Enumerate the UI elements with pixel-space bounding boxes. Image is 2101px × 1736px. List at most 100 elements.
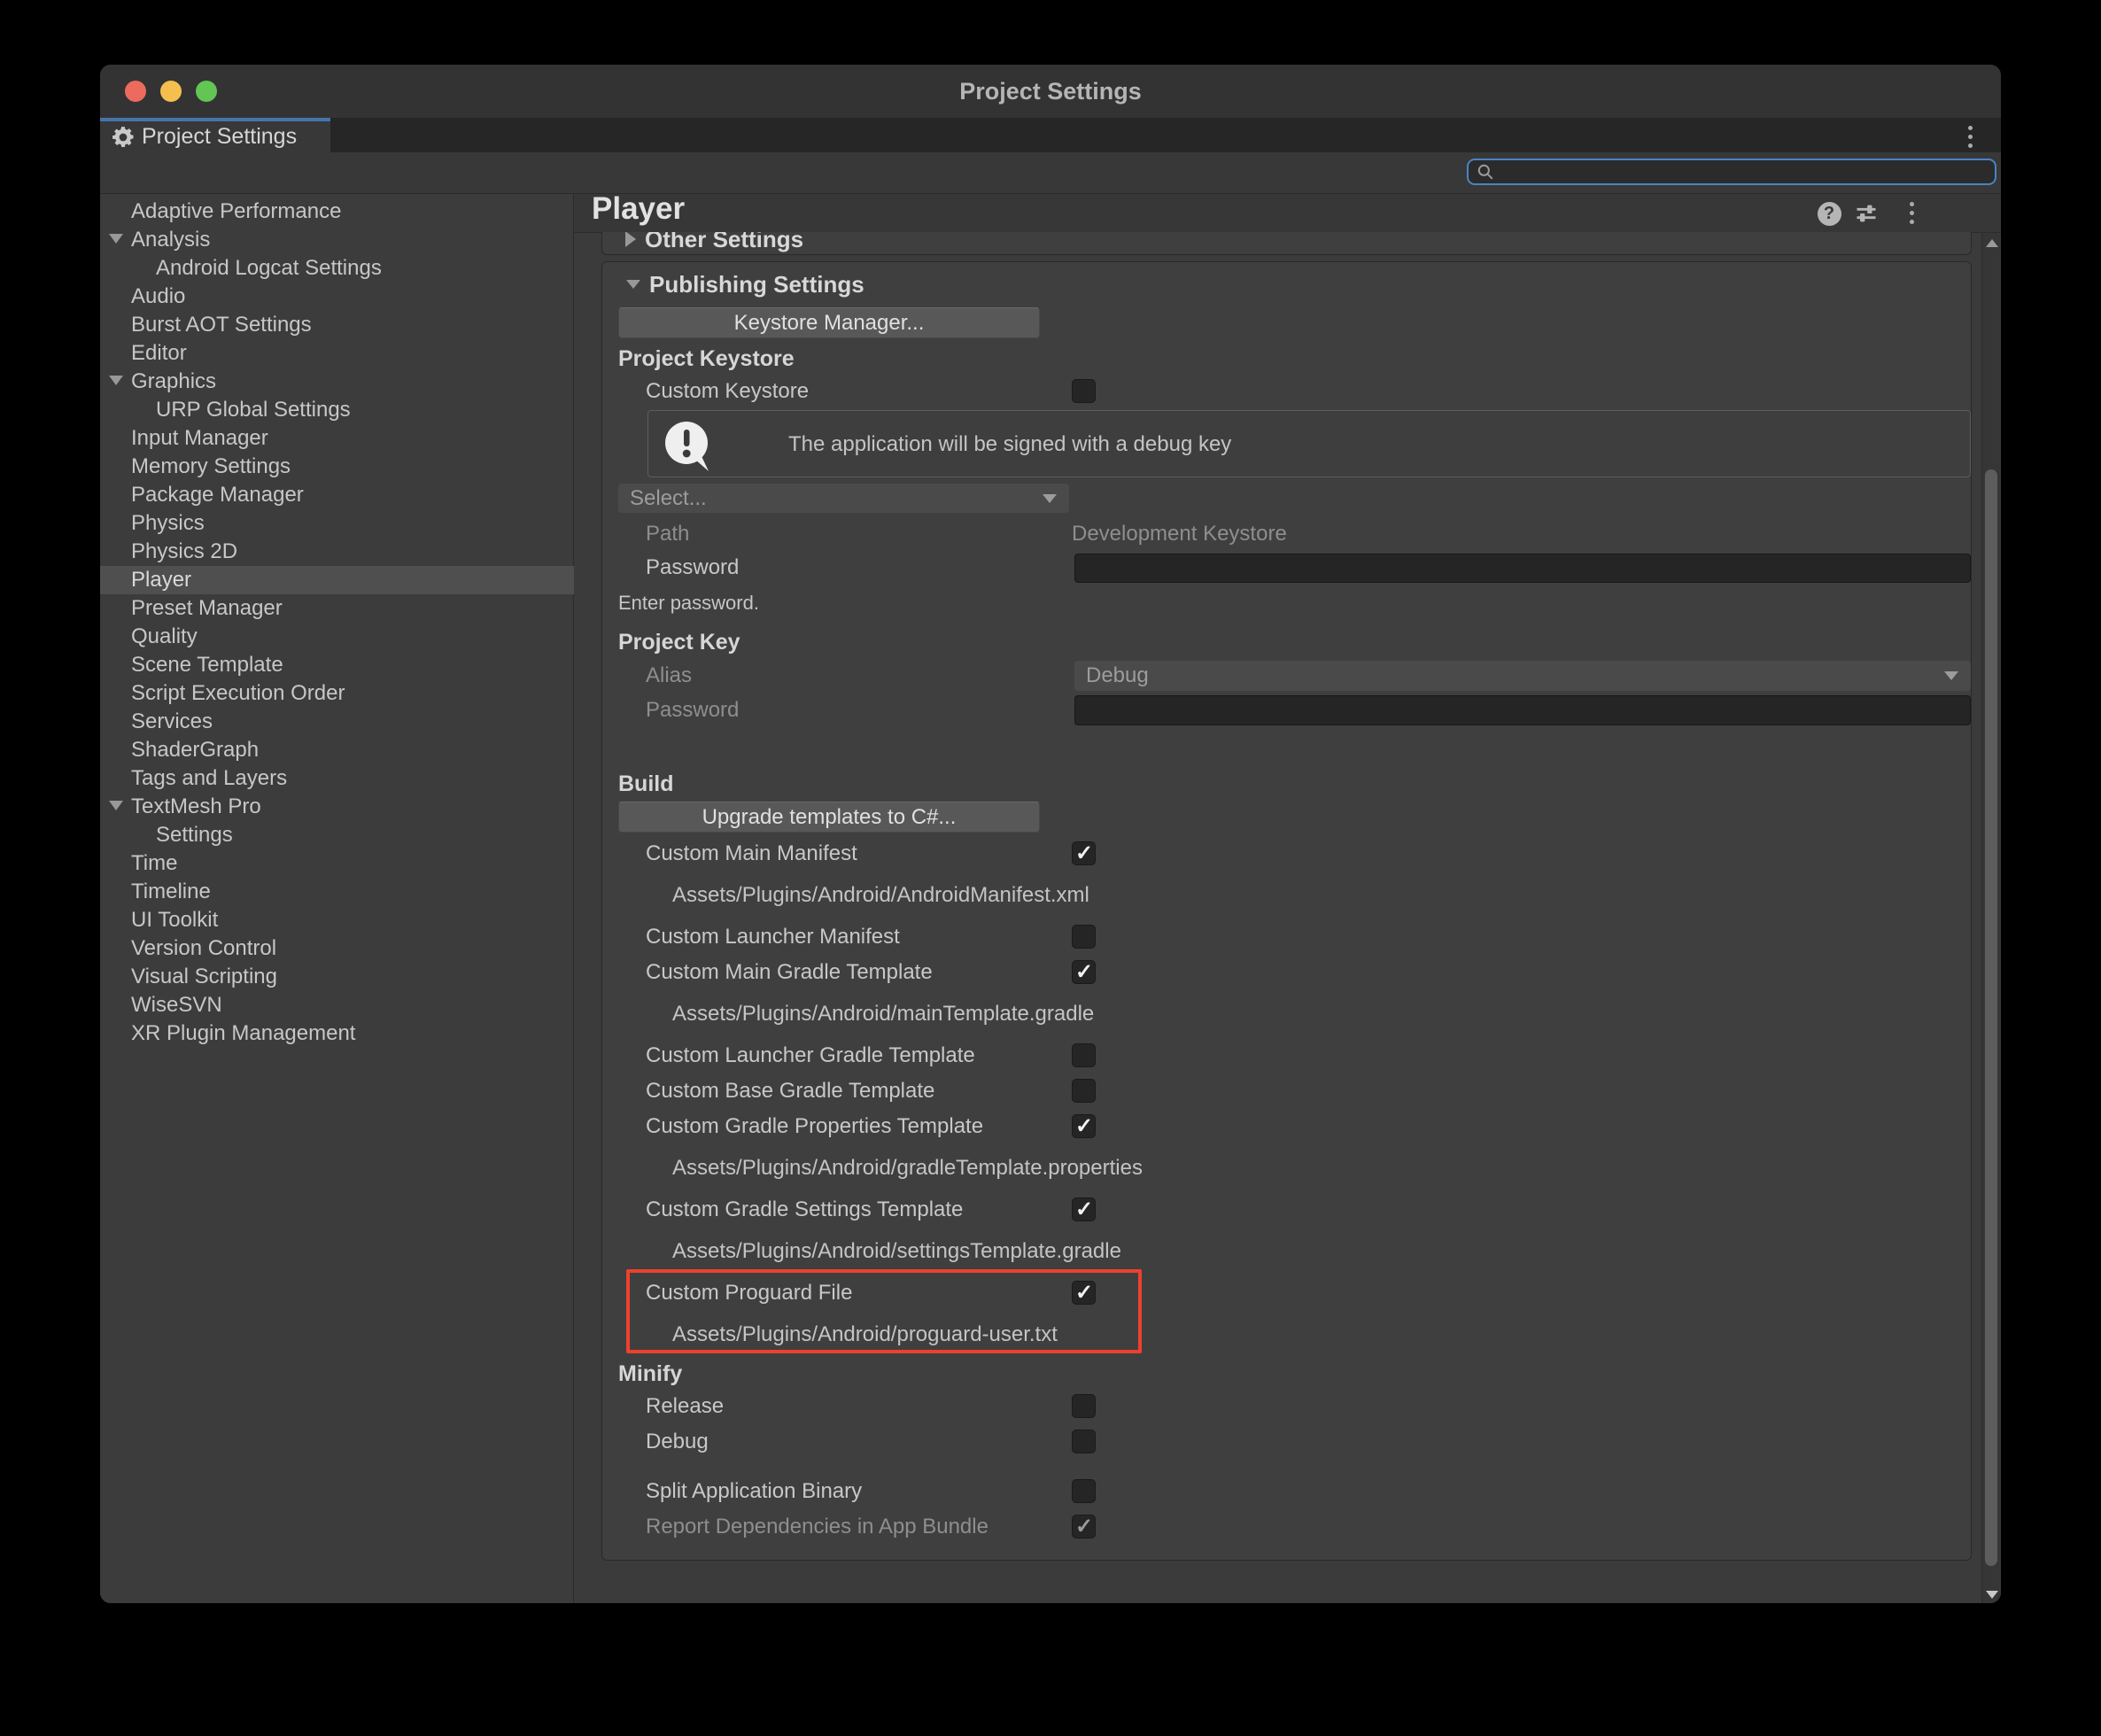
sidebar-item-physics[interactable]: Physics — [100, 509, 574, 538]
sidebar-item-android-logcat-settings[interactable]: Android Logcat Settings — [100, 254, 574, 283]
project-key-heading: Project Key — [602, 630, 740, 655]
other-settings-section: Other Settings — [601, 232, 1972, 255]
sidebar-item-scene-template[interactable]: Scene Template — [100, 651, 574, 679]
search-field[interactable] — [1467, 159, 1996, 185]
custom-keystore-label: Custom Keystore — [602, 379, 809, 404]
sidebar-item-script-execution-order[interactable]: Script Execution Order — [100, 679, 574, 708]
build-row-custom-launcher-gradle-template: Custom Launcher Gradle Template — [602, 1041, 1973, 1071]
sidebar-item-package-manager[interactable]: Package Manager — [100, 481, 574, 509]
custom-base-gradle-template-checkbox[interactable] — [1072, 1079, 1096, 1103]
sidebar-item-preset-manager[interactable]: Preset Manager — [100, 594, 574, 623]
sidebar-item-time[interactable]: Time — [100, 849, 574, 878]
build-row-custom-gradle-settings-template: Custom Gradle Settings Template — [602, 1195, 1973, 1225]
search-input[interactable] — [1501, 159, 1988, 184]
player-header: Player ? — [574, 194, 2001, 233]
foldout-other-settings-icon[interactable] — [625, 232, 636, 247]
upgrade-templates-button[interactable]: Upgrade templates to C#... — [618, 802, 1040, 833]
path-label: Path — [602, 522, 689, 546]
custom-launcher-manifest-checkbox[interactable] — [1072, 925, 1096, 949]
build-path-row: Assets/Plugins/Android/AndroidManifest.x… — [602, 880, 1973, 911]
sidebar-item-memory-settings[interactable]: Memory Settings — [100, 453, 574, 481]
key-password-field[interactable] — [1074, 695, 1971, 725]
custom-keystore-checkbox[interactable] — [1072, 379, 1096, 403]
sidebar-item-adaptive-performance[interactable]: Adaptive Performance — [100, 198, 574, 226]
sidebar-item-wisesvn[interactable]: WiseSVN — [100, 991, 574, 1019]
chevron-down-icon — [1944, 671, 1958, 680]
minify-release-checkbox[interactable] — [1072, 1394, 1096, 1418]
other-settings-title[interactable]: Other Settings — [645, 232, 803, 253]
split-application-binary-checkbox[interactable] — [1072, 1479, 1096, 1503]
sidebar-item-analysis[interactable]: Analysis — [100, 226, 574, 254]
presets-icon[interactable] — [1853, 200, 1880, 227]
minify-heading: Minify — [602, 1361, 682, 1387]
scroll-down-arrow-icon[interactable] — [1986, 1591, 1998, 1599]
scrollbar-thumb[interactable] — [1985, 469, 1997, 1566]
pane-menu-icon[interactable] — [1910, 202, 1914, 224]
sidebar-item-input-manager[interactable]: Input Manager — [100, 424, 574, 453]
build-row-custom-main-manifest: Custom Main Manifest — [602, 839, 1973, 869]
build-row-custom-gradle-properties-template: Custom Gradle Properties Template — [602, 1112, 1973, 1142]
custom-main-manifest-checkbox[interactable] — [1072, 841, 1096, 865]
path-value: Development Keystore — [1072, 522, 1287, 546]
alias-dropdown[interactable]: Debug — [1074, 661, 1971, 691]
vertical-scrollbar[interactable] — [1981, 233, 2000, 1603]
build-row-custom-proguard-file: Custom Proguard File — [602, 1278, 1973, 1308]
keystore-manager-button[interactable]: Keystore Manager... — [618, 307, 1040, 338]
custom-main-gradle-template-checkbox[interactable] — [1072, 960, 1096, 984]
sidebar-item-shadergraph[interactable]: ShaderGraph — [100, 736, 574, 764]
minify-debug-checkbox[interactable] — [1072, 1430, 1096, 1453]
sidebar-item-audio[interactable]: Audio — [100, 283, 574, 311]
sidebar-item-urp-global-settings[interactable]: URP Global Settings — [100, 396, 574, 424]
build-heading: Build — [602, 771, 674, 797]
sidebar-item-graphics[interactable]: Graphics — [100, 368, 574, 396]
keystore-password-field[interactable] — [1074, 554, 1971, 583]
tab-project-settings[interactable]: Project Settings — [100, 118, 330, 152]
scroll-up-arrow-icon[interactable] — [1986, 239, 1998, 247]
keystore-info-box: The application will be signed with a de… — [647, 410, 1971, 477]
sidebar-item-player[interactable]: Player — [100, 566, 574, 594]
project-settings-window: Project Settings Project Settings — [100, 65, 2001, 1603]
sidebar-item-editor[interactable]: Editor — [100, 339, 574, 368]
custom-gradle-properties-template-checkbox[interactable] — [1072, 1114, 1096, 1138]
search-toolbar — [100, 152, 2001, 194]
sidebar-item-services[interactable]: Services — [100, 708, 574, 736]
sidebar-item-version-control[interactable]: Version Control — [100, 934, 574, 963]
keystore-select-dropdown[interactable]: Select... — [618, 484, 1069, 513]
enter-password-hint: Enter password. — [602, 592, 759, 615]
custom-launcher-gradle-template-checkbox[interactable] — [1072, 1043, 1096, 1067]
titlebar: Project Settings — [100, 65, 2001, 118]
sidebar-item-textmesh-pro[interactable]: TextMesh Pro — [100, 793, 574, 821]
chevron-down-icon — [1043, 494, 1057, 503]
keystore-info-text: The application will be signed with a de… — [788, 411, 1231, 478]
tab-strip: Project Settings — [100, 118, 2001, 152]
alias-label: Alias — [602, 663, 692, 688]
sidebar-item-physics-2d[interactable]: Physics 2D — [100, 538, 574, 566]
sidebar-item-xr-plugin-management[interactable]: XR Plugin Management — [100, 1019, 574, 1048]
custom-gradle-settings-template-checkbox[interactable] — [1072, 1197, 1096, 1221]
search-icon — [1477, 163, 1494, 181]
publishing-settings-title[interactable]: Publishing Settings — [649, 271, 864, 298]
sidebar-item-burst-aot-settings[interactable]: Burst AOT Settings — [100, 311, 574, 339]
tab-menu-icon[interactable] — [1968, 126, 1973, 148]
sidebar-item-visual-scripting[interactable]: Visual Scripting — [100, 963, 574, 991]
key-password-label: Password — [602, 698, 739, 723]
warning-icon — [661, 419, 714, 472]
sidebar-item-timeline[interactable]: Timeline — [100, 878, 574, 906]
sidebar-item-quality[interactable]: Quality — [100, 623, 574, 651]
settings-category-sidebar: Adaptive Performance Analysis Android Lo… — [100, 194, 574, 1603]
custom-proguard-file-checkbox[interactable] — [1072, 1281, 1096, 1305]
report-dependencies-checkbox — [1072, 1515, 1096, 1538]
build-path-row: Assets/Plugins/Android/proguard-user.txt — [602, 1320, 1973, 1350]
project-keystore-heading: Project Keystore — [602, 346, 795, 372]
foldout-publishing-settings-icon[interactable] — [626, 280, 640, 289]
minify-row-release: Release — [602, 1391, 1973, 1422]
player-settings-pane: Player ? Other Settings — [574, 194, 2001, 1603]
sidebar-item-ui-toolkit[interactable]: UI Toolkit — [100, 906, 574, 934]
sidebar-item-tags-and-layers[interactable]: Tags and Layers — [100, 764, 574, 793]
tab-label: Project Settings — [142, 124, 297, 150]
build-row-custom-launcher-manifest: Custom Launcher Manifest — [602, 922, 1973, 952]
sidebar-item-tmp-settings[interactable]: Settings — [100, 821, 574, 849]
help-icon[interactable]: ? — [1816, 200, 1842, 227]
build-row-custom-main-gradle-template: Custom Main Gradle Template — [602, 957, 1973, 988]
build-path-row: Assets/Plugins/Android/mainTemplate.grad… — [602, 999, 1973, 1029]
